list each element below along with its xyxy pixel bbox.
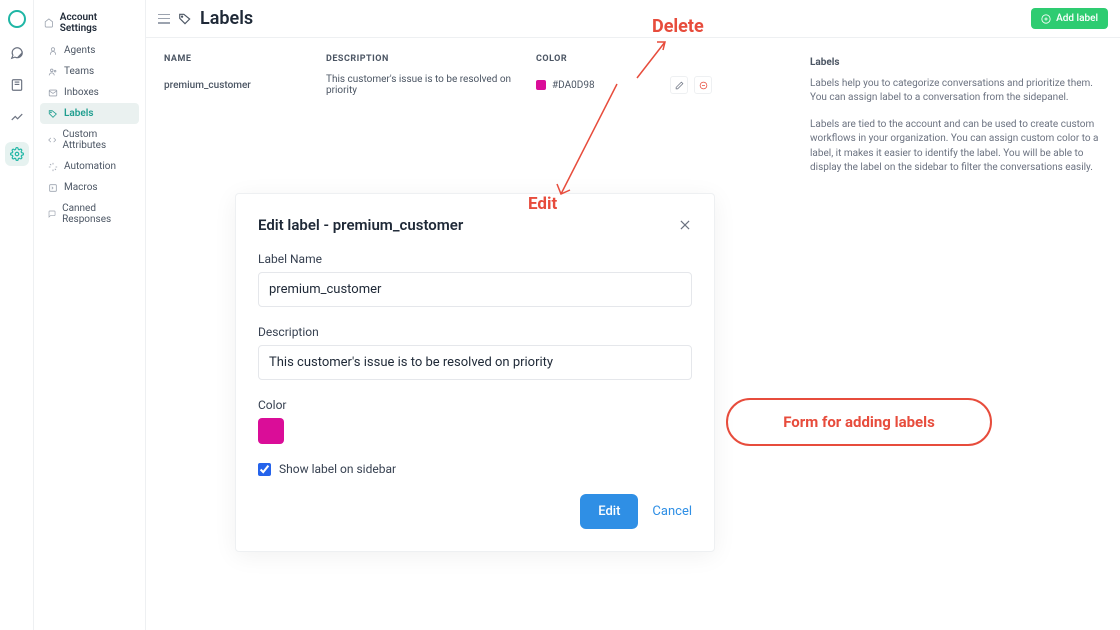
edit-row-button[interactable] (670, 76, 688, 94)
sidebar-item-label: Inboxes (64, 87, 99, 98)
edit-label-modal: Edit label - premium_customer Label Name… (235, 193, 715, 552)
show-on-sidebar-label: Show label on sidebar (279, 462, 396, 476)
edit-button[interactable]: Edit (580, 494, 638, 529)
nav-title: Account Settings (60, 12, 135, 34)
annotation-form-text: Form for adding labels (783, 413, 935, 431)
info-panel: Labels Labels help you to categorize con… (810, 38, 1120, 188)
sidebar-item-custom-attributes[interactable]: Custom Attributes (40, 124, 139, 156)
sidebar-item-label: Canned Responses (62, 203, 131, 225)
label-desc-label: Description (258, 325, 692, 339)
icon-rail (0, 0, 34, 630)
sidebar-item-label: Labels (64, 108, 94, 119)
color-picker[interactable] (258, 418, 284, 444)
sidebar-item-labels[interactable]: Labels (40, 103, 139, 124)
chat-icon[interactable] (10, 46, 24, 60)
reports-icon[interactable] (10, 110, 24, 124)
color-swatch (536, 80, 546, 90)
sidebar-item-label: Custom Attributes (62, 129, 131, 151)
sidebar-item-canned-responses[interactable]: Canned Responses (40, 198, 139, 230)
info-title: Labels (810, 56, 1102, 71)
modal-title: Edit label - premium_customer (258, 216, 463, 234)
label-color-label: Color (258, 398, 692, 412)
home-icon (44, 18, 54, 28)
th-desc: DESCRIPTION (326, 54, 536, 64)
delete-row-button[interactable] (694, 76, 712, 94)
label-name-label: Label Name (258, 252, 692, 266)
cell-desc: This customer's issue is to be resolved … (326, 74, 536, 96)
sidebar-item-macros[interactable]: Macros (40, 177, 139, 198)
label-desc-input[interactable] (258, 345, 692, 380)
menu-icon[interactable] (158, 14, 170, 24)
info-p1: Labels help you to categorize conversati… (810, 77, 1102, 106)
label-name-input[interactable] (258, 272, 692, 307)
cell-color: #DA0D98 (536, 80, 666, 91)
table-row: premium_customer This customer's issue i… (164, 74, 792, 96)
sidebar-item-teams[interactable]: Teams (40, 61, 139, 82)
info-p2: Labels are tied to the account and can b… (810, 118, 1102, 176)
contacts-icon[interactable] (10, 78, 24, 92)
cell-name: premium_customer (164, 80, 326, 91)
show-on-sidebar-row[interactable]: Show label on sidebar (258, 462, 692, 476)
sidebar-item-label: Automation (64, 161, 116, 172)
plus-circle-icon (1041, 14, 1051, 24)
page-title: Labels (200, 8, 253, 29)
sidebar-item-label: Teams (64, 66, 94, 77)
settings-icon[interactable] (5, 142, 29, 166)
page-header: Labels Add label (146, 0, 1120, 38)
pencil-icon (675, 81, 684, 90)
add-label-button[interactable]: Add label (1031, 8, 1108, 29)
logo-icon (8, 10, 26, 28)
settings-nav: Account Settings Agents Teams Inboxes La… (34, 0, 146, 630)
sidebar-item-agents[interactable]: Agents (40, 40, 139, 61)
cancel-button[interactable]: Cancel (652, 504, 692, 519)
annotation-form-callout: Form for adding labels (726, 398, 992, 446)
color-hex: #DA0D98 (552, 80, 595, 91)
th-color: COLOR (536, 54, 666, 64)
show-on-sidebar-checkbox[interactable] (258, 463, 271, 476)
tag-icon (178, 12, 192, 26)
sidebar-item-inboxes[interactable]: Inboxes (40, 82, 139, 103)
sidebar-item-automation[interactable]: Automation (40, 156, 139, 177)
sidebar-item-label: Macros (64, 182, 98, 193)
sidebar-item-label: Agents (64, 45, 95, 56)
trash-icon (699, 81, 708, 90)
close-icon[interactable] (678, 218, 692, 232)
th-name: NAME (164, 54, 326, 64)
add-label-text: Add label (1056, 13, 1098, 24)
labels-table: NAME DESCRIPTION COLOR premium_customer … (146, 38, 810, 188)
